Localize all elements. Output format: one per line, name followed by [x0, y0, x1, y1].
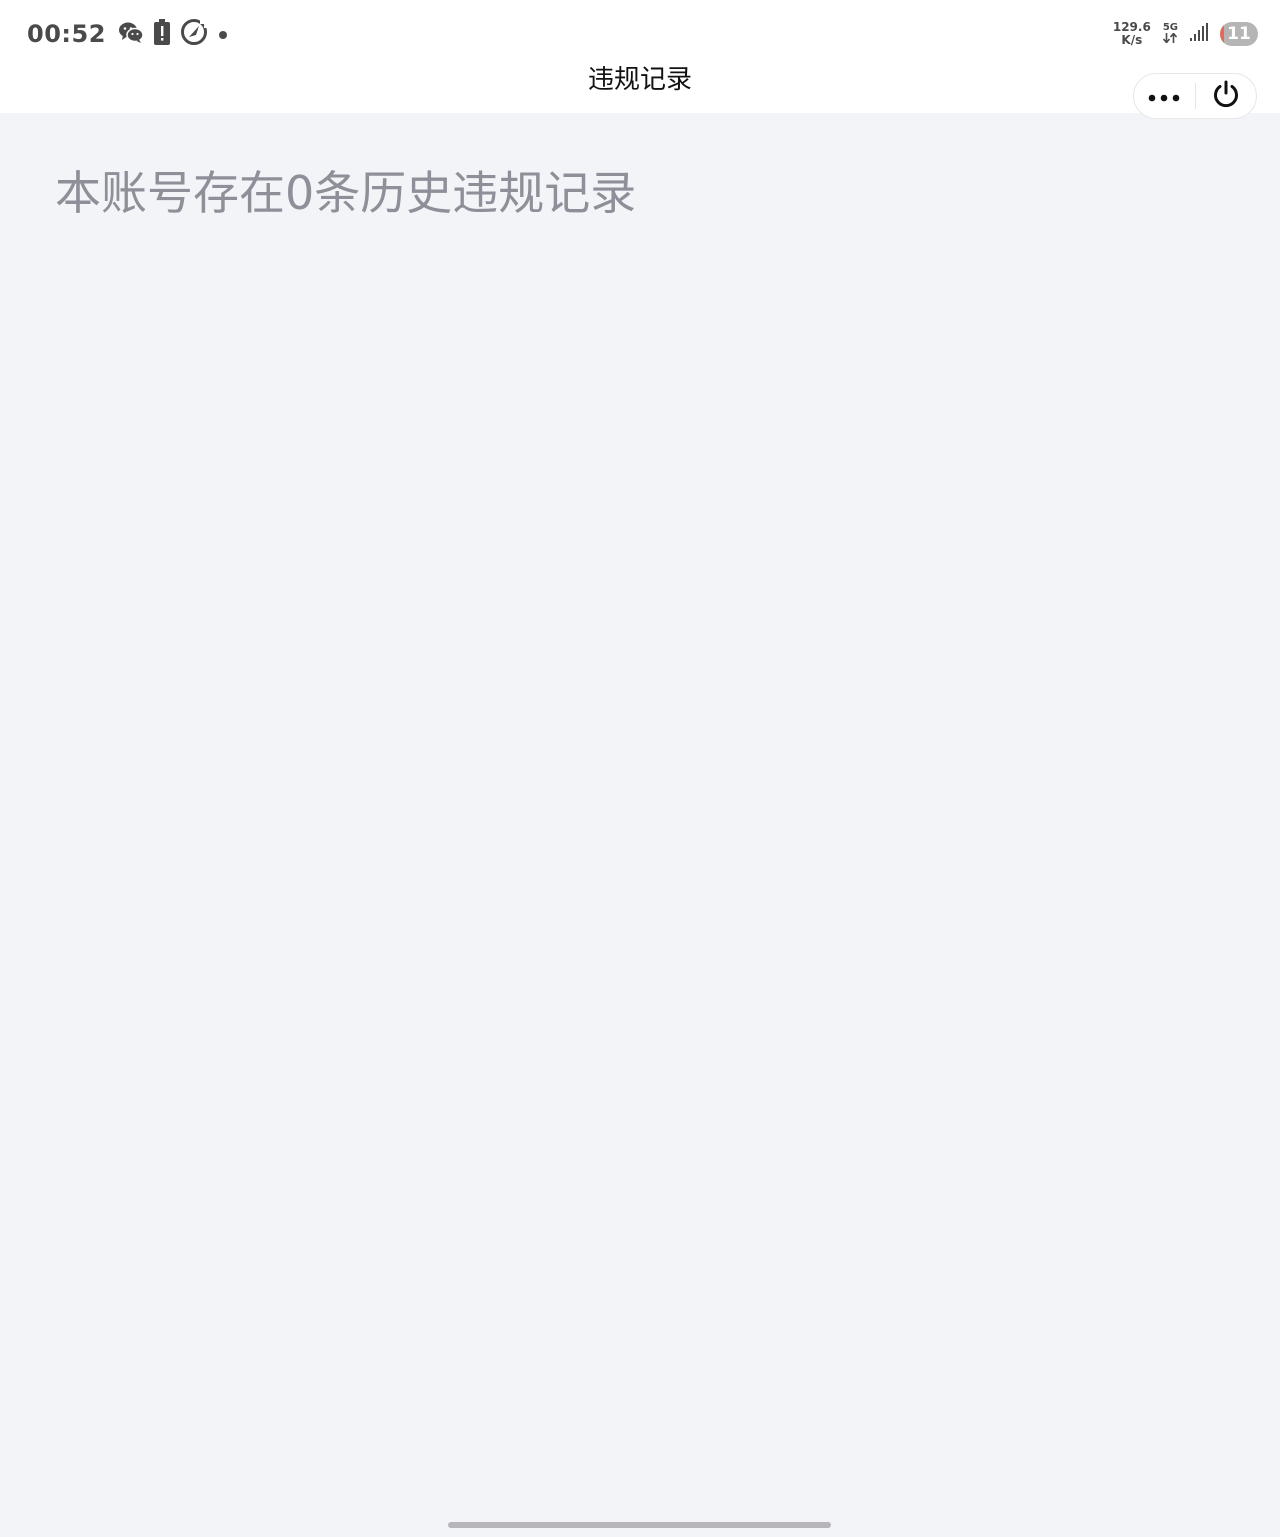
- signal-icon: [1190, 23, 1208, 45]
- battery-level: 11: [1227, 24, 1251, 44]
- status-bar-right: 129.6 K/s 5G 11: [1113, 18, 1258, 50]
- violation-summary-text: 本账号存在0条历史违规记录: [55, 166, 637, 220]
- power-icon: [1211, 79, 1241, 113]
- close-button[interactable]: [1195, 74, 1256, 118]
- speed-boost-icon: [180, 18, 208, 50]
- battery-alert-icon: [153, 19, 170, 49]
- wechat-icon: [118, 21, 144, 47]
- home-indicator[interactable]: [448, 1522, 831, 1528]
- battery-icon: 11: [1220, 22, 1258, 46]
- status-time: 00:52: [27, 20, 106, 48]
- network-type: 5G: [1162, 22, 1178, 33]
- more-button[interactable]: [1134, 74, 1195, 118]
- net-speed-unit: K/s: [1121, 33, 1143, 47]
- more-dots-icon: [1148, 87, 1180, 106]
- network-indicator: 5G: [1163, 22, 1178, 46]
- net-speed: 129.6 K/s: [1113, 21, 1151, 47]
- mini-program-capsule: [1133, 73, 1257, 119]
- top-bar: 00:52 129.6 K/s 5G 11 违规记录: [0, 0, 1280, 119]
- page-title: 违规记录: [587, 65, 692, 95]
- status-bar-left: 00:52: [27, 18, 228, 50]
- data-transfer-icon: [1163, 32, 1178, 46]
- battery-fill: [1220, 22, 1225, 46]
- notification-dot-icon: [218, 25, 228, 44]
